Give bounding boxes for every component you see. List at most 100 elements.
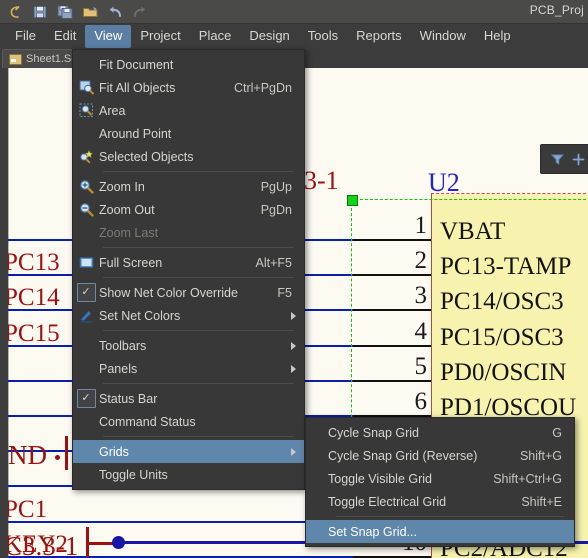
pin-number: 4	[414, 317, 428, 345]
net-label: PC15	[8, 319, 60, 347]
menu-design[interactable]: Design	[240, 25, 298, 48]
check-icon: ✓	[73, 389, 99, 408]
zoom-out-icon	[73, 202, 99, 217]
plus-icon[interactable]	[572, 153, 585, 166]
filter-icon[interactable]	[551, 153, 564, 166]
menu-label: Tools	[307, 28, 339, 43]
menu-item-label: Cycle Snap Grid (Reverse)	[328, 448, 478, 463]
pin-name: PD0/OSCIN	[440, 358, 567, 386]
menu-item-label: Zoom Last	[99, 225, 159, 240]
save-all-icon[interactable]	[54, 2, 76, 22]
filter-panel[interactable]	[540, 144, 588, 174]
menu-item-show-net-color-override[interactable]: ✓ Show Net Color Override F5	[73, 281, 304, 304]
menu-item-shortcut: G	[552, 425, 562, 440]
checkbox: ✓	[76, 283, 96, 302]
grids-submenu[interactable]: Cycle Snap Grid G Cycle Snap Grid (Reverse…	[305, 417, 575, 547]
menu-file[interactable]: File	[6, 25, 45, 48]
pin-number: 1	[414, 212, 428, 239]
menu-item-status-bar[interactable]: ✓ Status Bar	[73, 387, 304, 410]
menu-reports[interactable]: Reports	[347, 25, 411, 48]
menu-label: Help	[483, 28, 511, 43]
menu-place[interactable]: Place	[190, 25, 241, 48]
menu-item-around-point[interactable]: Around Point	[73, 122, 304, 145]
menu-edit[interactable]: Edit	[45, 25, 85, 48]
menu-label: Reports	[356, 28, 402, 43]
selection-handle[interactable]	[347, 195, 358, 206]
menu-item-command-status[interactable]: Command Status	[73, 410, 304, 433]
menu-label: Place	[198, 28, 232, 43]
menu-item-label: Fit Document	[99, 57, 174, 72]
view-dropdown-menu[interactable]: Fit Document Fit All Objects Ctrl+PgDn Area…	[72, 49, 305, 490]
menu-item-full-screen[interactable]: Full Screen Alt+F5	[73, 251, 304, 274]
net-label: PC1	[8, 495, 48, 523]
menu-item-zoom-out[interactable]: Zoom Out PgDn	[73, 198, 304, 221]
menu-view[interactable]: View	[85, 25, 132, 48]
undo-icon[interactable]	[104, 2, 126, 22]
pin-name: PC14/OSC3	[440, 288, 564, 316]
menu-item-fit-document[interactable]: Fit Document	[73, 53, 304, 76]
tab-label: Sheet1.Sc	[26, 53, 77, 65]
menu-item-label: Panels	[99, 361, 138, 376]
open-folder-icon[interactable]	[79, 2, 101, 22]
pin-lead	[351, 344, 431, 347]
redo-icon[interactable]	[129, 2, 151, 22]
menu-item-area[interactable]: Area	[73, 99, 304, 122]
menu-item-shortcut: PgDn	[260, 202, 292, 217]
menu-item-zoom-in[interactable]: Zoom In PgUp	[73, 175, 304, 198]
menu-item-toggle-visible-grid[interactable]: Toggle Visible Grid Shift+Ctrl+G	[306, 467, 574, 490]
net-wire[interactable]	[8, 520, 353, 523]
menu-label: View	[94, 28, 123, 43]
menu-item-label: Set Snap Grid...	[328, 524, 417, 539]
menu-item-toggle-electrical-grid[interactable]: Toggle Electrical Grid Shift+E	[306, 490, 574, 513]
menu-item-label: Full Screen	[99, 255, 163, 270]
zoom-selected-icon	[73, 149, 99, 164]
menu-help[interactable]: Help	[475, 25, 520, 48]
altium-logo-icon[interactable]	[4, 2, 26, 22]
menu-item-fit-all-objects[interactable]: Fit All Objects Ctrl+PgDn	[73, 76, 304, 99]
menu-separator	[103, 277, 294, 278]
zoom-in-icon	[73, 179, 99, 194]
pen-icon	[73, 308, 99, 323]
menu-tools[interactable]: Tools	[299, 25, 347, 48]
menu-item-label: Zoom In	[99, 179, 145, 194]
menu-window[interactable]: Window	[411, 25, 475, 48]
menu-item-label: Set Net Colors	[99, 308, 181, 323]
menu-item-toggle-units[interactable]: Toggle Units	[73, 463, 304, 486]
check-icon: ✓	[73, 283, 99, 302]
submenu-arrow-icon	[291, 364, 296, 373]
menu-item-label: Status Bar	[99, 391, 158, 406]
menu-label: Window	[419, 28, 466, 43]
menu-separator	[103, 330, 294, 331]
save-icon[interactable]	[29, 2, 51, 22]
menu-item-set-snap-grid[interactable]: Set Snap Grid...	[306, 520, 574, 543]
menu-separator	[103, 171, 294, 172]
menu-item-cycle-snap-grid-reverse[interactable]: Cycle Snap Grid (Reverse) Shift+G	[306, 444, 574, 467]
submenu-arrow-icon	[291, 311, 296, 320]
pin-lead	[351, 274, 431, 277]
menu-item-grids[interactable]: Grids	[73, 440, 304, 463]
menu-label: File	[15, 28, 36, 43]
menu-item-toolbars[interactable]: Toolbars	[73, 334, 304, 357]
app-title: PCB_Proj	[529, 3, 584, 17]
menu-item-label: Toggle Electrical Grid	[328, 494, 447, 509]
menu-item-set-net-colors[interactable]: Set Net Colors	[73, 304, 304, 327]
vcc-junction-dot	[112, 536, 125, 549]
menu-item-shortcut: Shift+G	[519, 448, 562, 463]
menu-item-selected-objects[interactable]: Selected Objects	[73, 145, 304, 168]
menu-item-cycle-snap-grid[interactable]: Cycle Snap Grid G	[306, 421, 574, 444]
menu-project[interactable]: Project	[131, 25, 189, 48]
pin-name: VBAT	[440, 218, 506, 245]
menu-label: Design	[249, 28, 290, 43]
menu-item-label: Area	[99, 103, 126, 118]
menu-item-panels[interactable]: Panels	[73, 357, 304, 380]
net-label: PC13	[8, 249, 60, 277]
menu-item-label: Toggle Visible Grid	[328, 471, 432, 486]
cap-plate-left	[65, 436, 68, 470]
net-label-top-left: 3-1	[304, 166, 339, 195]
menu-item-label: Around Point	[99, 126, 172, 141]
title-bar: PCB_Proj	[0, 0, 588, 24]
menu-label: Project	[140, 28, 181, 43]
menu-item-label: Command Status	[99, 414, 196, 429]
menu-item-shortcut: F5	[277, 285, 292, 300]
menu-separator	[103, 436, 294, 437]
